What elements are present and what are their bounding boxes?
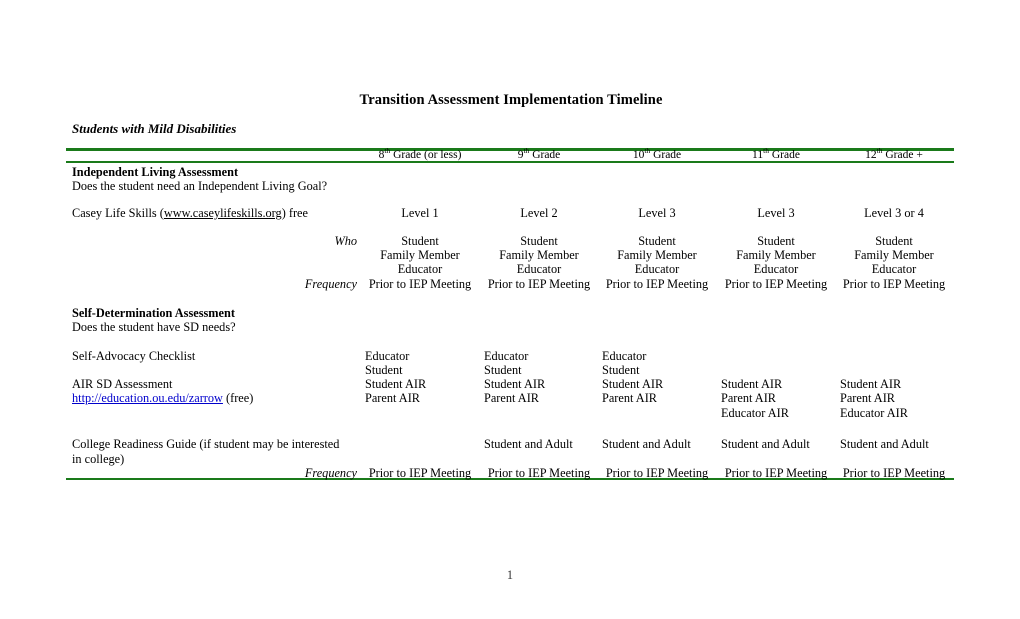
cell-sd-frequency-grade9: Prior to IEP Meeting xyxy=(487,466,591,480)
cell-air-grade11: Student AIR Parent AIR Educator AIR xyxy=(721,377,789,420)
cell-advocacy-grade10: Educator Student xyxy=(602,349,647,378)
cell-casey-level-grade10: Level 3 xyxy=(638,206,676,220)
cell-casey-frequency-grade9: Prior to IEP Meeting xyxy=(487,277,591,291)
cell-casey-level-grade9: Level 2 xyxy=(520,206,558,220)
table-header-rule xyxy=(66,161,954,163)
cell-air-grade9: Student AIR Parent AIR xyxy=(484,377,546,406)
cell-college-grade12: Student and Adult xyxy=(840,437,929,451)
column-header-grade-10: 10th Grade xyxy=(632,146,682,161)
section-question-independent-living: Does the student need an Independent Liv… xyxy=(72,179,328,193)
cell-casey-who-grade9: Student Family Member Educator xyxy=(499,234,579,277)
cell-casey-level-grade12: Level 3 or 4 xyxy=(864,206,924,220)
item-label-self-advocacy-checklist: Self-Advocacy Checklist xyxy=(72,349,196,363)
cell-casey-level-grade8: Level 1 xyxy=(401,206,439,220)
cell-college-grade10: Student and Adult xyxy=(602,437,691,451)
cell-air-grade12: Student AIR Parent AIR Educator AIR xyxy=(840,377,908,420)
cell-sd-frequency-grade11: Prior to IEP Meeting xyxy=(724,466,828,480)
section-question-self-determination: Does the student have SD needs? xyxy=(72,320,236,334)
cell-casey-frequency-grade12: Prior to IEP Meeting xyxy=(842,277,946,291)
column-header-grade-8: 8th Grade (or less) xyxy=(378,146,462,161)
row-label-frequency-2: Frequency xyxy=(304,466,357,480)
cell-air-grade10: Student AIR Parent AIR xyxy=(602,377,664,406)
cell-casey-who-grade12: Student Family Member Educator xyxy=(854,234,934,277)
column-header-grade-9: 9th Grade xyxy=(517,146,561,161)
section-heading-independent-living: Independent Living Assessment xyxy=(72,165,239,179)
page-number: 1 xyxy=(506,568,514,582)
page-title: Transition Assessment Implementation Tim… xyxy=(359,92,663,108)
cell-casey-frequency-grade10: Prior to IEP Meeting xyxy=(605,277,709,291)
cell-sd-frequency-grade12: Prior to IEP Meeting xyxy=(842,466,946,480)
cell-sd-frequency-grade8: Prior to IEP Meeting xyxy=(368,466,472,480)
casey-life-skills-link[interactable]: www.caseylifeskills.org xyxy=(164,206,282,220)
column-header-grade-12: 12th Grade + xyxy=(865,146,923,161)
instrument-casey-life-skills: Casey Life Skills (www.caseylifeskills.o… xyxy=(72,206,308,220)
section-heading-self-determination: Self-Determination Assessment xyxy=(72,306,235,320)
row-label-who: Who xyxy=(334,234,357,248)
cell-casey-who-grade11: Student Family Member Educator xyxy=(736,234,816,277)
zarrow-center-link[interactable]: http://education.ou.edu/zarrow xyxy=(72,391,223,405)
item-label-college-readiness-guide: College Readiness Guide (if student may … xyxy=(72,437,340,466)
cell-advocacy-grade8: Educator Student xyxy=(365,349,410,378)
cell-casey-who-grade10: Student Family Member Educator xyxy=(617,234,697,277)
item-link-air-sd-assessment: http://education.ou.edu/zarrow (free) xyxy=(72,391,254,405)
document-page: Transition Assessment Implementation Tim… xyxy=(0,0,1020,619)
row-label-frequency-1: Frequency xyxy=(304,277,357,291)
cell-college-grade9: Student and Adult xyxy=(484,437,573,451)
cell-sd-frequency-grade10: Prior to IEP Meeting xyxy=(605,466,709,480)
cell-college-grade11: Student and Adult xyxy=(721,437,810,451)
item-label-air-sd-assessment: AIR SD Assessment xyxy=(72,377,173,391)
cell-air-grade8: Student AIR Parent AIR xyxy=(365,377,427,406)
column-header-grade-11: 11th Grade xyxy=(752,146,800,161)
page-subtitle: Students with Mild Disabilities xyxy=(72,121,237,136)
cell-casey-level-grade11: Level 3 xyxy=(757,206,795,220)
cell-casey-frequency-grade8: Prior to IEP Meeting xyxy=(368,277,472,291)
cell-casey-who-grade8: Student Family Member Educator xyxy=(380,234,460,277)
cell-casey-frequency-grade11: Prior to IEP Meeting xyxy=(724,277,828,291)
cell-advocacy-grade9: Educator Student xyxy=(484,349,529,378)
